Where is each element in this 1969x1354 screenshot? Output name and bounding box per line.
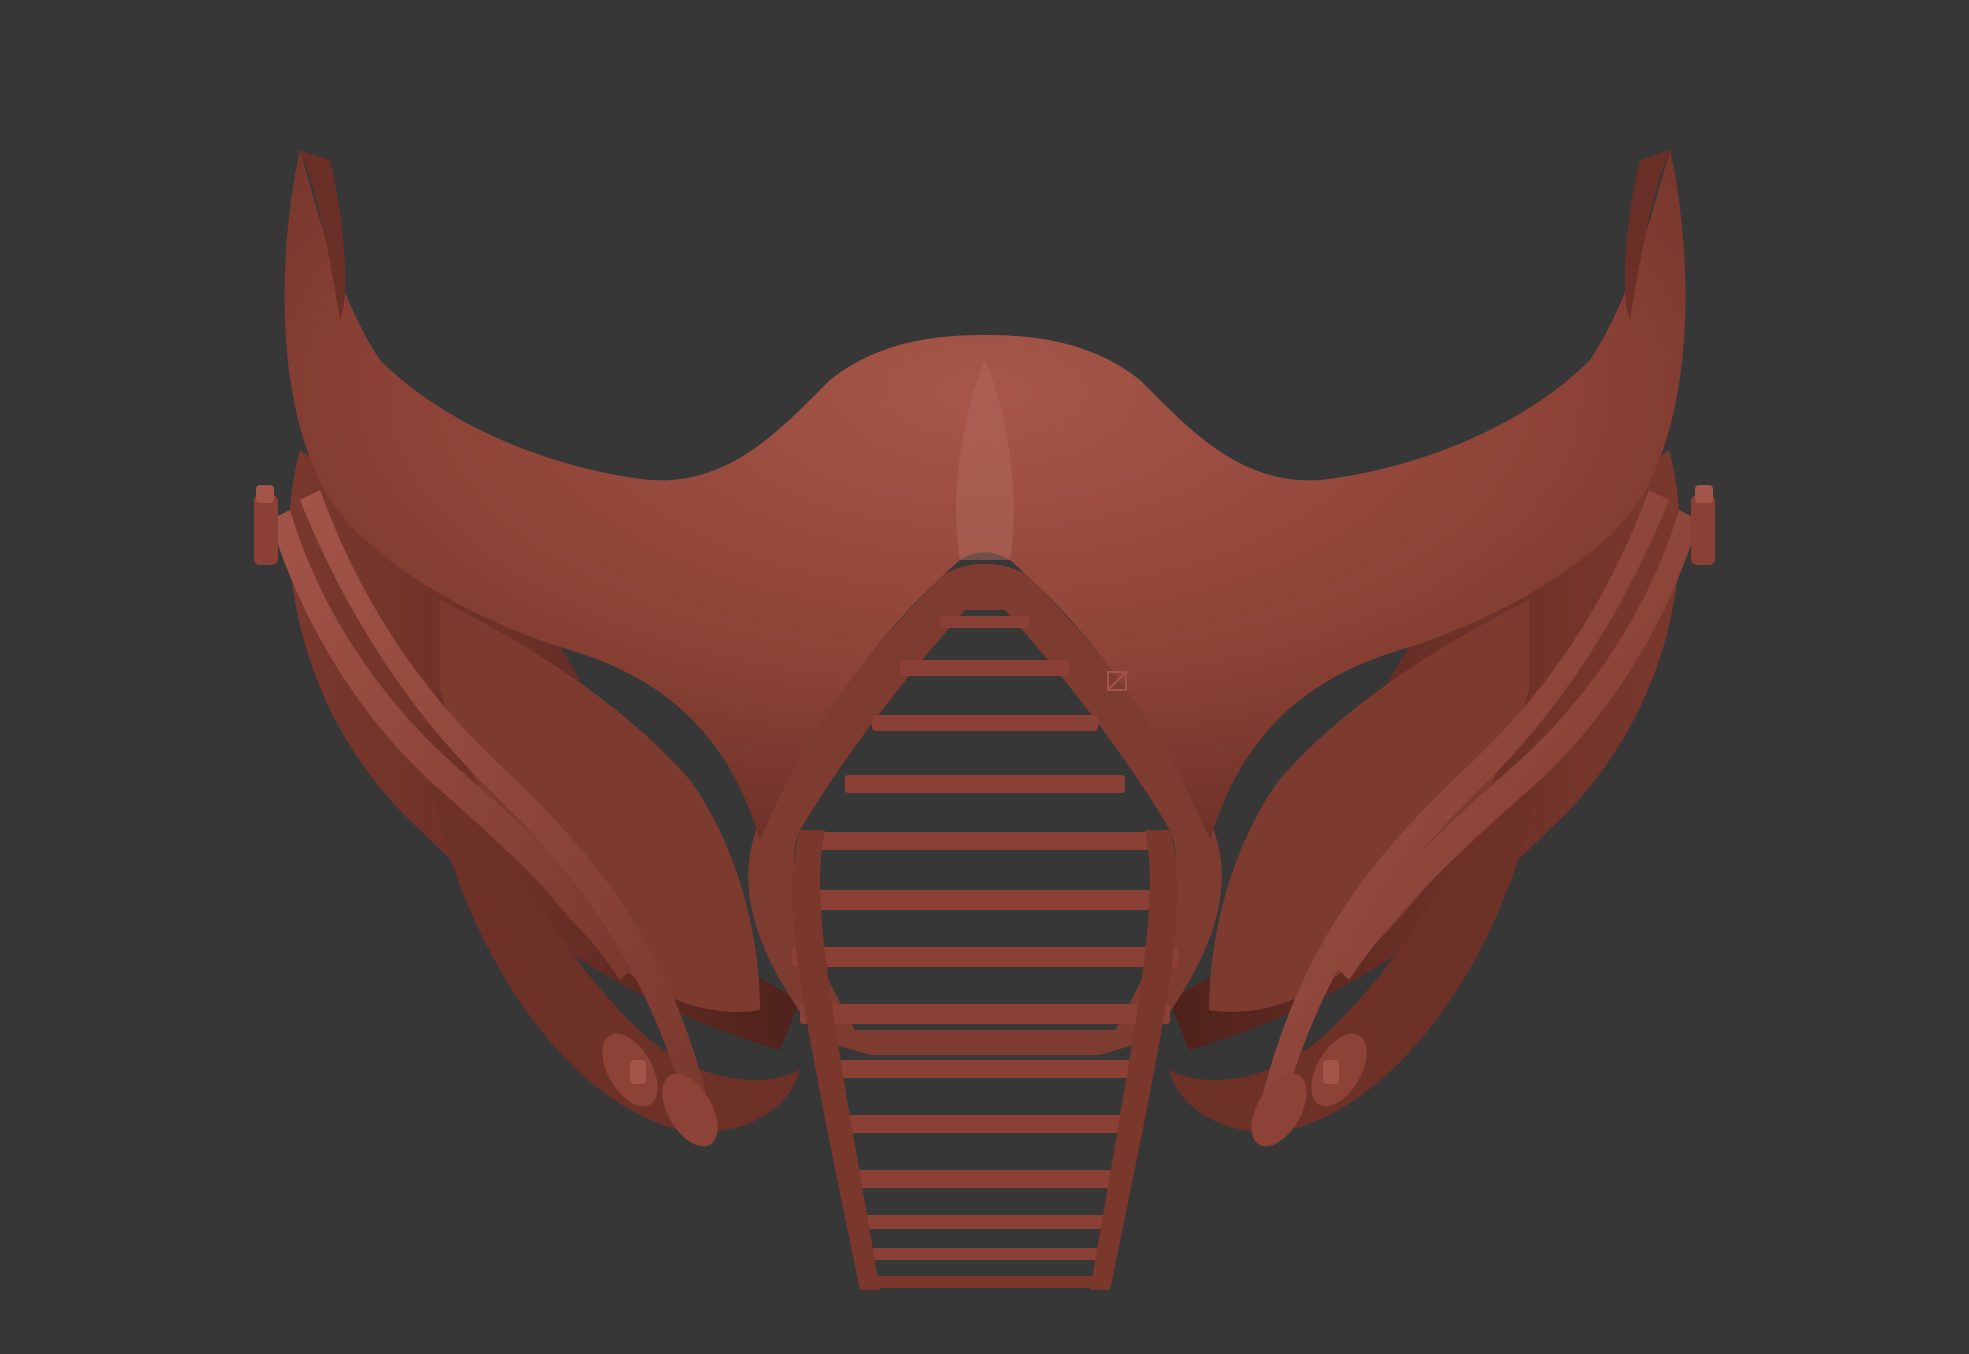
sculpted-mask-model[interactable]	[0, 0, 1969, 1354]
tube-fitting	[1695, 485, 1713, 503]
3d-viewport[interactable]	[0, 0, 1969, 1354]
grille-slat	[900, 660, 1070, 676]
grille-slat	[850, 1170, 1120, 1188]
grille-slat	[800, 890, 1170, 910]
grille-slat	[838, 1115, 1132, 1133]
nozzle-stub	[1323, 1060, 1339, 1084]
grille-slat	[820, 1060, 1150, 1078]
grille-slat	[800, 1004, 1170, 1024]
nozzle-stub	[630, 1060, 646, 1084]
grille-slat	[872, 715, 1098, 731]
grille-slat	[865, 1248, 1105, 1260]
grille-slat	[940, 616, 1030, 628]
tube-fitting	[254, 495, 278, 565]
grille-slat	[845, 775, 1125, 793]
grille-slat	[870, 1276, 1100, 1288]
grille-slat	[820, 832, 1150, 850]
grille-slat	[860, 1215, 1110, 1229]
tube-fitting	[256, 485, 274, 503]
grille-slat	[792, 947, 1178, 967]
tube-fitting	[1691, 495, 1715, 565]
